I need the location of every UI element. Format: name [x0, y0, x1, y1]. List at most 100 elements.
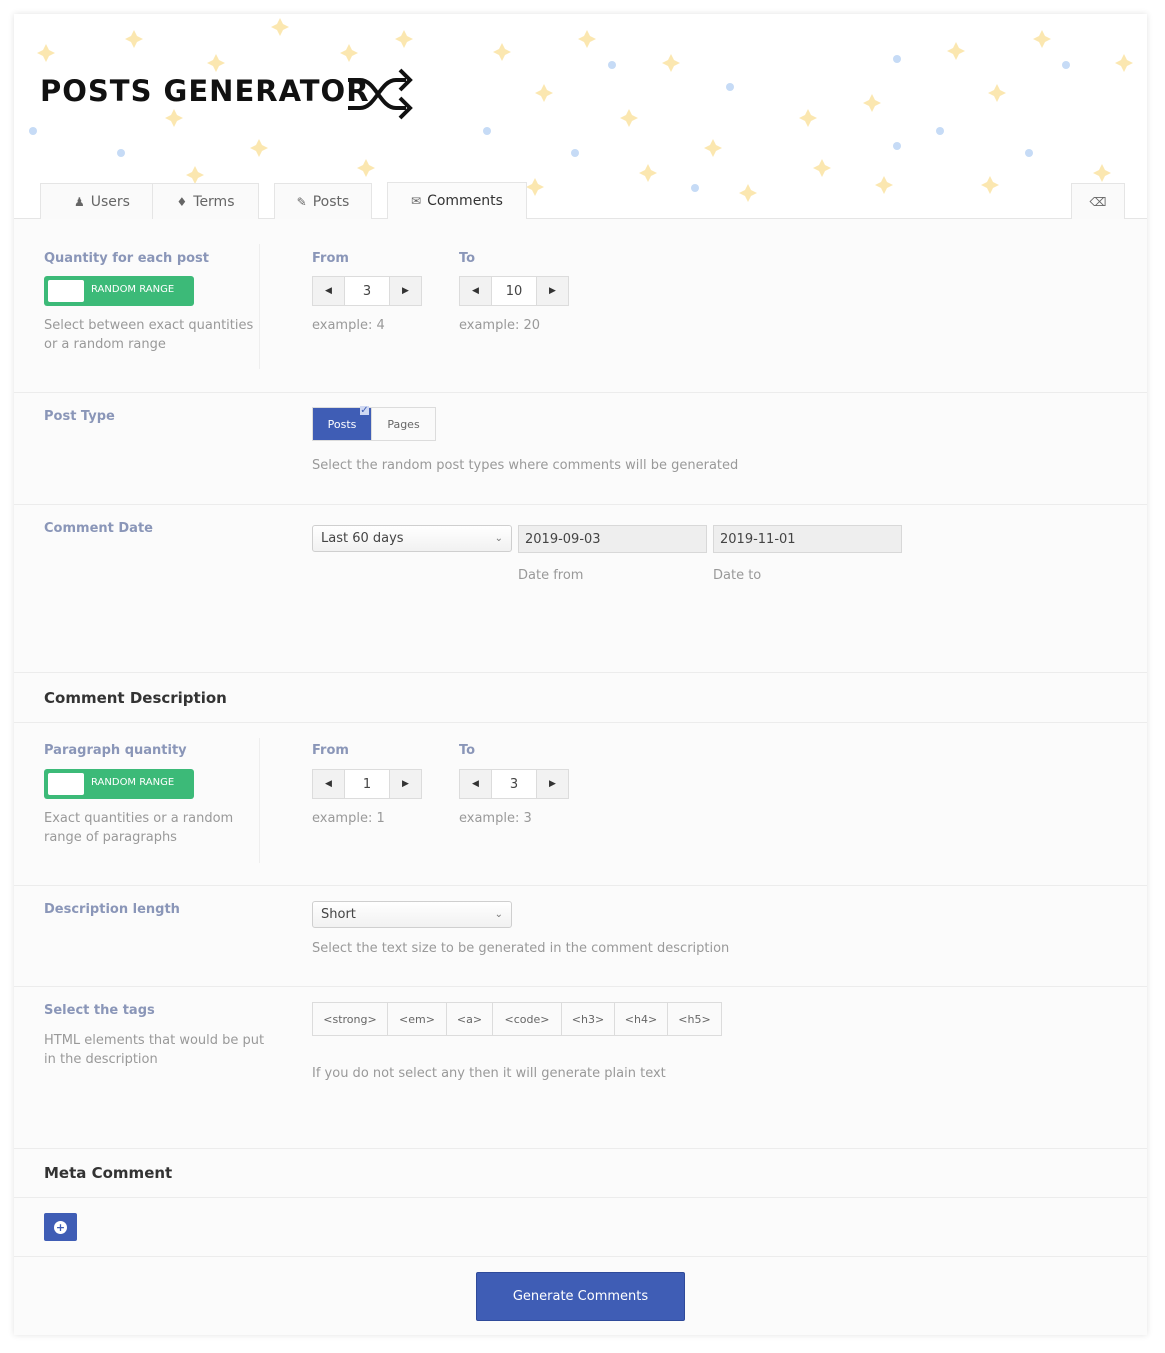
- check-icon: ✓: [360, 405, 369, 416]
- to-value[interactable]: 3: [491, 770, 537, 798]
- delete-button[interactable]: ⌫: [1071, 183, 1125, 219]
- tab-users[interactable]: ♟ Users: [40, 183, 164, 219]
- toggle-knob: [48, 773, 84, 795]
- meta-comment-section: +: [14, 1198, 1147, 1257]
- tag-option-a[interactable]: <a>: [447, 1003, 493, 1035]
- select-value: Last 60 days: [321, 531, 404, 546]
- tag-option-h3[interactable]: <h3>: [562, 1003, 615, 1035]
- header: POSTS GENERATOR ♟ Users ♦ Terms ✎ Posts …: [14, 14, 1147, 219]
- tag-option-h4[interactable]: <h4>: [615, 1003, 668, 1035]
- to-label: To: [459, 743, 476, 758]
- meta-comment-header: Meta Comment: [14, 1149, 1147, 1198]
- app-title: POSTS GENERATOR: [40, 74, 370, 108]
- tab-label: Posts: [312, 193, 350, 210]
- comment-date-label: Comment Date: [44, 521, 153, 536]
- tag-option-h5[interactable]: <h5>: [668, 1003, 721, 1035]
- random-range-toggle[interactable]: RANDOM RANGE: [44, 769, 194, 799]
- post-type-label: Post Type: [44, 409, 115, 424]
- description-length-label: Description length: [44, 902, 180, 917]
- decrement-button[interactable]: ◀: [313, 770, 344, 798]
- tags-section: Select the tags HTML elements that would…: [14, 987, 1147, 1149]
- to-label: To: [459, 251, 476, 266]
- random-range-toggle[interactable]: RANDOM RANGE: [44, 276, 194, 306]
- toggle-knob: [48, 280, 84, 302]
- post-type-option-pages[interactable]: Pages: [372, 408, 435, 440]
- select-value: Short: [321, 907, 356, 922]
- tags-label: Select the tags: [44, 1003, 155, 1018]
- chevron-down-icon: ⌄: [494, 533, 503, 544]
- tab-label: Terms: [193, 193, 235, 210]
- date-from-input[interactable]: 2019-09-03: [518, 525, 707, 553]
- decrement-button[interactable]: ◀: [460, 277, 491, 305]
- from-label: From: [312, 743, 349, 758]
- divider: [259, 244, 260, 369]
- increment-button[interactable]: ▶: [537, 770, 568, 798]
- from-value[interactable]: 1: [344, 770, 390, 798]
- paragraph-label: Paragraph quantity: [44, 743, 187, 758]
- quantity-help: Select between exact quantities or a ran…: [44, 318, 254, 352]
- description-length-help: Select the text size to be generated in …: [312, 941, 730, 956]
- option-label: Pages: [387, 417, 420, 431]
- tags-help: If you do not select any then it will ge…: [312, 1066, 666, 1081]
- date-range-select[interactable]: Last 60 days ⌄: [312, 525, 512, 552]
- from-stepper[interactable]: ◀ 1 ▶: [312, 769, 422, 799]
- quantity-section: Quantity for each post RANDOM RANGE Sele…: [14, 219, 1147, 393]
- paragraph-section: Paragraph quantity RANDOM RANGE Exact qu…: [14, 723, 1147, 886]
- generate-comments-button[interactable]: Generate Comments: [476, 1272, 685, 1321]
- tags-help-left: HTML elements that would be put in the d…: [44, 1033, 265, 1067]
- tag-option-em[interactable]: <em>: [388, 1003, 447, 1035]
- tab-posts[interactable]: ✎ Posts: [274, 183, 372, 219]
- date-to-input[interactable]: 2019-11-01: [713, 525, 902, 553]
- tab-terms[interactable]: ♦ Terms: [152, 183, 259, 219]
- post-type-option-posts[interactable]: Posts ✓: [313, 405, 372, 440]
- trash-icon: ⌫: [1089, 194, 1107, 209]
- tab-comments[interactable]: ✉ Comments: [387, 182, 527, 219]
- to-stepper[interactable]: ◀ 3 ▶: [459, 769, 569, 799]
- increment-button[interactable]: ▶: [390, 770, 421, 798]
- section-heading: Comment Description: [44, 689, 227, 707]
- section-heading: Meta Comment: [44, 1164, 173, 1182]
- from-example: example: 4: [312, 318, 385, 333]
- tab-bar: ♟ Users ♦ Terms ✎ Posts ✉ Comments ⌫: [14, 182, 1147, 219]
- to-value[interactable]: 10: [491, 277, 537, 305]
- paragraph-help: Exact quantities or a random range of pa…: [44, 811, 234, 845]
- from-label: From: [312, 251, 349, 266]
- to-example: example: 20: [459, 318, 541, 333]
- comment-date-section: Comment Date Last 60 days ⌄ 2019-09-03 2…: [14, 505, 1147, 673]
- tab-label: Comments: [427, 193, 503, 209]
- post-type-help: Select the random post types where comme…: [312, 458, 739, 473]
- post-type-section: Post Type Posts ✓ Pages Select the rando…: [14, 393, 1147, 505]
- to-stepper[interactable]: ◀ 10 ▶: [459, 276, 569, 306]
- generator-panel: POSTS GENERATOR ♟ Users ♦ Terms ✎ Posts …: [14, 14, 1147, 1335]
- tags-icon: ♦: [176, 194, 188, 209]
- tag-option-code[interactable]: <code>: [493, 1003, 562, 1035]
- option-label: Posts: [327, 417, 357, 431]
- from-value[interactable]: 3: [344, 277, 390, 305]
- from-example: example: 1: [312, 811, 385, 826]
- shuffle-icon: [348, 68, 413, 120]
- date-from-label: Date from: [518, 568, 584, 583]
- comments-icon: ✉: [411, 194, 422, 208]
- tab-label: Users: [90, 193, 130, 210]
- increment-button[interactable]: ▶: [537, 277, 568, 305]
- decrement-button[interactable]: ◀: [460, 770, 491, 798]
- from-stepper[interactable]: ◀ 3 ▶: [312, 276, 422, 306]
- description-length-section: Description length Short ⌄ Select the te…: [14, 886, 1147, 987]
- comment-description-header: Comment Description: [14, 673, 1147, 723]
- add-meta-button[interactable]: +: [44, 1213, 77, 1241]
- quantity-label: Quantity for each post: [44, 251, 210, 266]
- toggle-label: RANDOM RANGE: [91, 777, 175, 788]
- date-to-label: Date to: [713, 568, 762, 583]
- increment-button[interactable]: ▶: [390, 277, 421, 305]
- tags-selector: <strong> <em> <a> <code> <h3> <h4> <h5>: [312, 1002, 722, 1036]
- tag-option-strong[interactable]: <strong>: [313, 1003, 388, 1035]
- divider: [259, 738, 260, 863]
- decrement-button[interactable]: ◀: [313, 277, 344, 305]
- user-icon: ♟: [74, 194, 85, 209]
- post-type-selector: Posts ✓ Pages: [312, 405, 436, 441]
- plus-circle-icon: +: [54, 1220, 67, 1234]
- toggle-label: RANDOM RANGE: [91, 284, 175, 295]
- edit-icon: ✎: [296, 194, 307, 209]
- to-example: example: 3: [459, 811, 532, 826]
- description-length-select[interactable]: Short ⌄: [312, 901, 512, 928]
